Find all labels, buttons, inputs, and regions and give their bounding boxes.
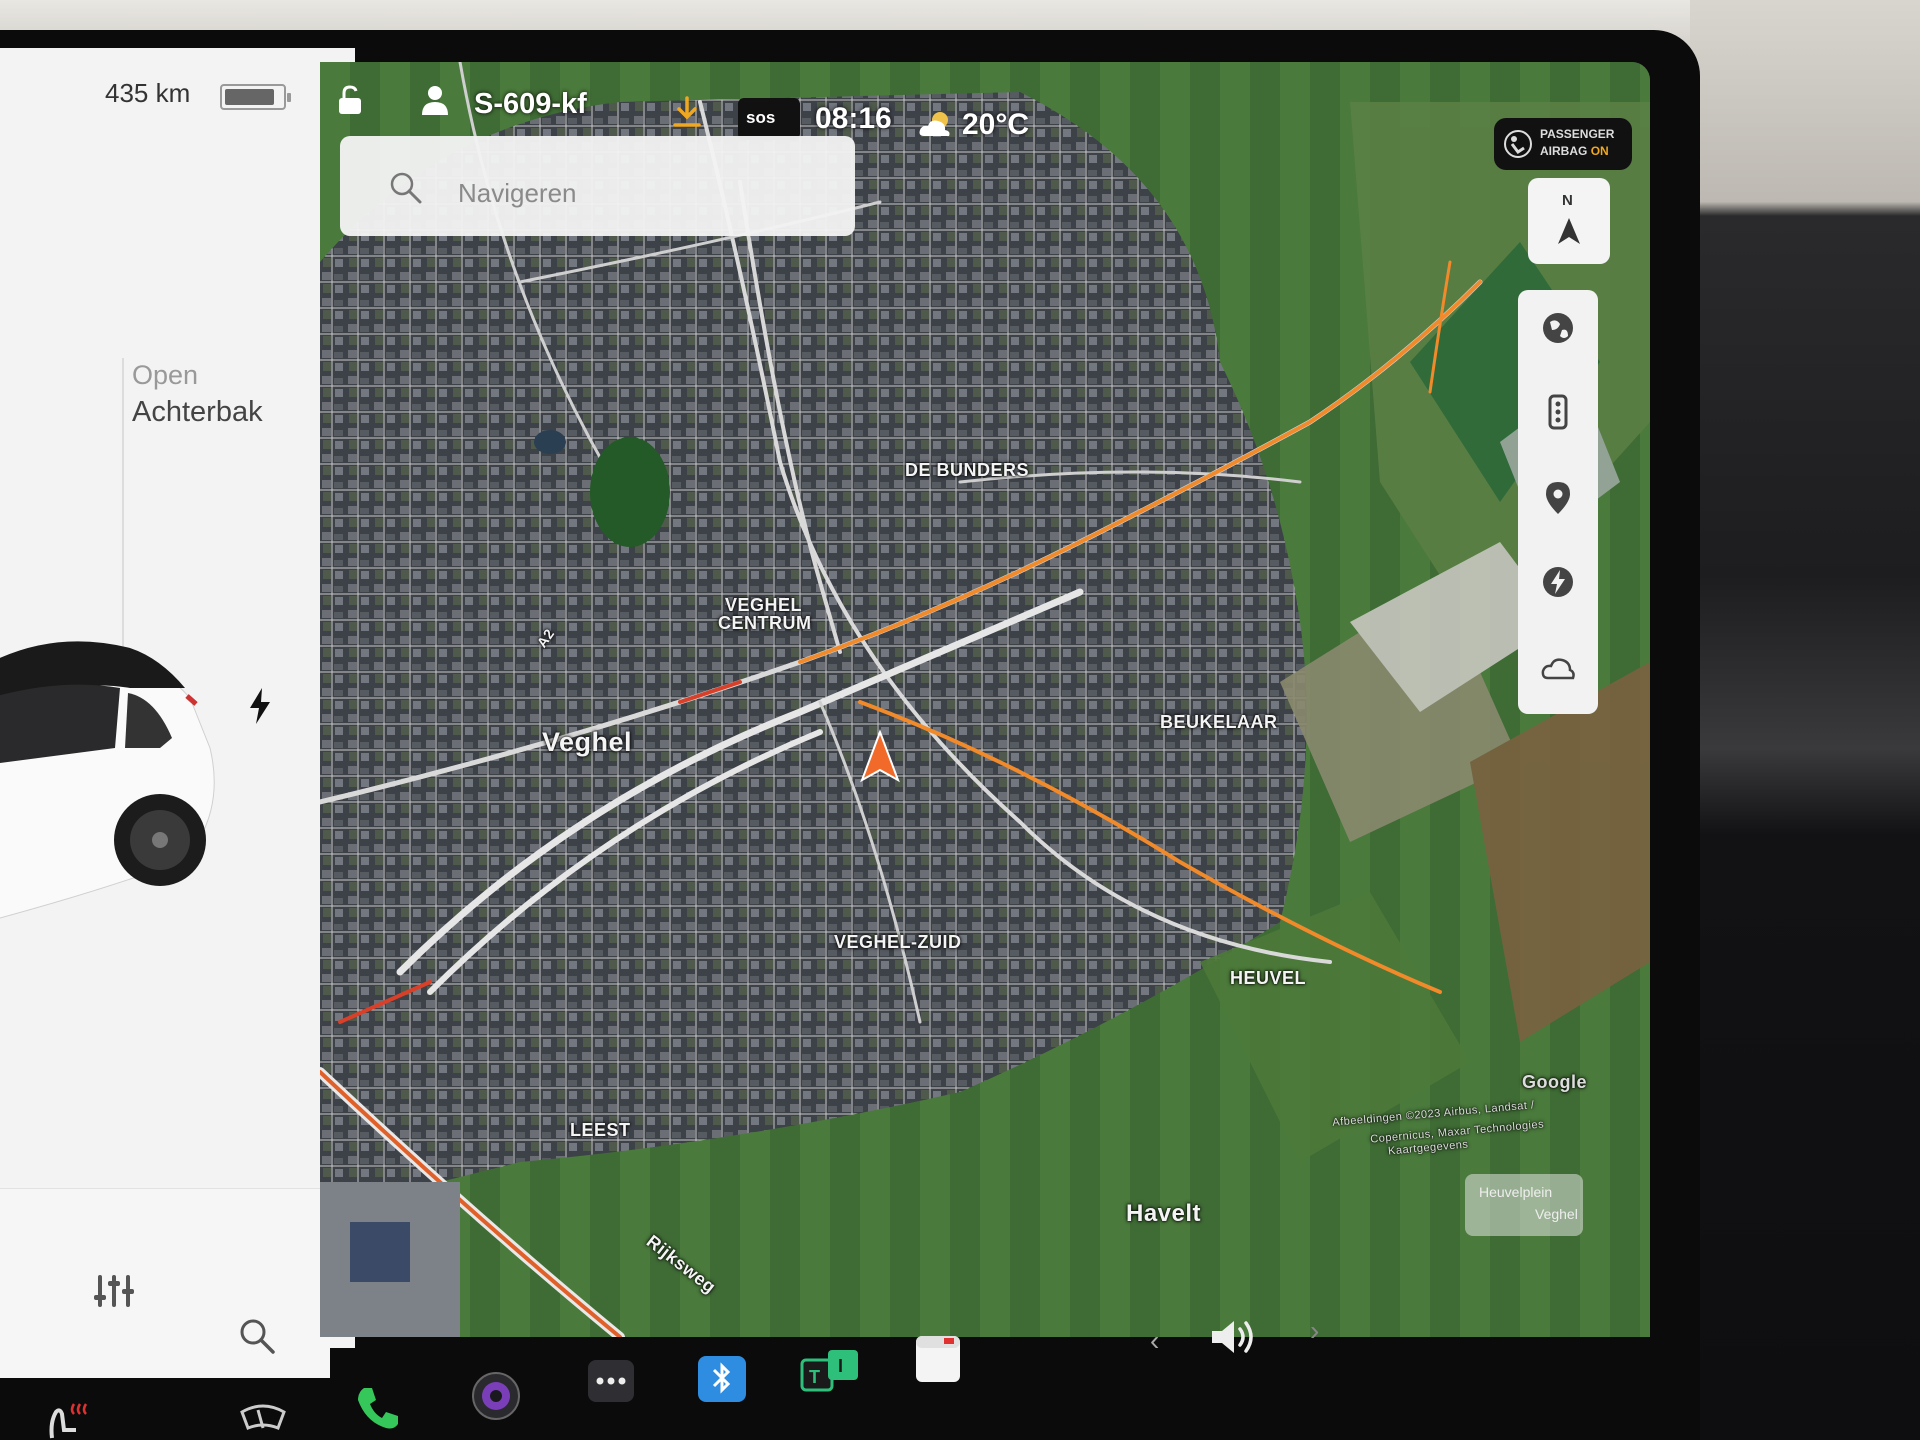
bluetooth-icon[interactable] xyxy=(696,1354,748,1404)
compass-button[interactable]: N xyxy=(1528,178,1610,264)
map-label-havelt: Havelt xyxy=(1126,1200,1202,1227)
seat-heat-icon[interactable] xyxy=(44,1400,94,1440)
location-card-subtitle: Veghel xyxy=(1535,1206,1578,1222)
location-card-title: Heuvelplein xyxy=(1479,1184,1553,1200)
driver-profile-icon[interactable] xyxy=(420,84,450,116)
car-image[interactable] xyxy=(0,588,260,928)
map-label-beukelaar: BEUKELAAR xyxy=(1160,712,1278,732)
trunk-label[interactable]: Achterbak xyxy=(132,396,263,429)
google-logo: Google xyxy=(1522,1072,1587,1092)
sos-label: sos xyxy=(746,108,776,127)
battery-icon xyxy=(220,84,291,110)
sliders-icon[interactable] xyxy=(92,1271,136,1311)
map-view[interactable]: DE BUNDERS VEGHEL CENTRUM Veghel BEUKELA… xyxy=(320,62,1650,1337)
more-icon[interactable] xyxy=(586,1358,636,1404)
map-label-veghel: Veghel xyxy=(542,727,633,757)
weather-icon[interactable] xyxy=(1540,650,1576,686)
compass-north-label: N xyxy=(1562,192,1573,209)
calendar-icon[interactable] xyxy=(914,1334,962,1384)
car-panel: 435 km Open Achterbak xyxy=(0,48,355,1378)
trunk-open-action[interactable]: Open xyxy=(132,360,198,391)
map-label-de-bunders: DE BUNDERS xyxy=(905,460,1030,480)
compass-arrow-icon xyxy=(1558,218,1580,244)
media-prev-button[interactable]: ‹ xyxy=(1150,1325,1159,1357)
media-next-button[interactable]: › xyxy=(1310,1315,1319,1347)
globe-icon[interactable] xyxy=(1540,310,1576,346)
camera-icon[interactable] xyxy=(470,1370,522,1422)
car-panel-footer xyxy=(0,1188,330,1378)
phone-icon[interactable] xyxy=(354,1384,402,1432)
map-label-veghel-centrum-2: CENTRUM xyxy=(718,613,812,633)
map-label-veghel-zuid: VEGHEL-ZUID xyxy=(834,932,962,952)
search-icon xyxy=(390,172,422,204)
battery-level xyxy=(225,89,274,105)
volume-icon[interactable] xyxy=(1208,1315,1260,1359)
clock: 08:16 xyxy=(815,102,892,135)
partly-cloudy-icon xyxy=(919,112,950,136)
map-controls xyxy=(1518,290,1598,714)
navigation-search-bar[interactable]: Navigeren xyxy=(340,136,855,236)
sos-button[interactable]: sos xyxy=(738,98,800,140)
map-label-leest: LEEST xyxy=(570,1120,631,1140)
pin-icon[interactable] xyxy=(1540,480,1576,516)
background-right xyxy=(1690,0,1920,1440)
airbag-text-line1: PASSENGER xyxy=(1540,127,1615,141)
airbag-text-prefix: AIRBAG xyxy=(1540,144,1588,158)
driver-profile-name[interactable]: S-609-kf xyxy=(474,88,587,121)
search-icon[interactable] xyxy=(238,1317,276,1355)
airbag-text-line2: AIRBAG ON xyxy=(1540,144,1609,158)
airbag-icon xyxy=(1504,130,1532,158)
charging-icon[interactable] xyxy=(1540,564,1576,600)
svg-text:I: I xyxy=(838,1356,843,1376)
software-update-icon[interactable] xyxy=(672,96,702,128)
outside-temperature: 20°C xyxy=(962,108,1030,141)
airbag-state: ON xyxy=(1590,144,1609,158)
wiper-icon[interactable] xyxy=(238,1398,288,1434)
traffic-icon[interactable] xyxy=(1540,394,1576,430)
lock-open-icon[interactable] xyxy=(336,84,364,116)
toybox-icon[interactable]: T I xyxy=(800,1346,864,1394)
svg-text:T: T xyxy=(809,1367,820,1387)
location-card[interactable]: Heuvelplein Veghel xyxy=(1465,1174,1583,1236)
range-readout: 435 km xyxy=(105,78,191,108)
passenger-airbag-indicator: PASSENGER AIRBAG ON xyxy=(1494,118,1632,170)
search-placeholder: Navigeren xyxy=(458,178,577,208)
map-label-heuvel: HEUVEL xyxy=(1230,968,1307,988)
